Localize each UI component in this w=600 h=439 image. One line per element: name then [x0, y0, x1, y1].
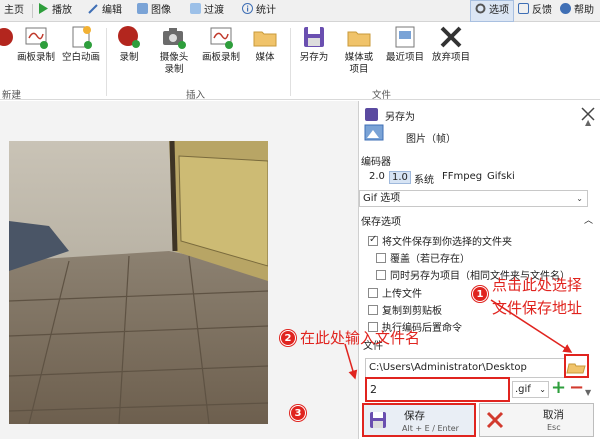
step-badge-2: 2: [280, 330, 296, 346]
annotation-text-1a: 点击此处选择: [492, 276, 583, 294]
annotation-text-2: 在此处输入文件名: [300, 329, 421, 347]
annotation-text-1b: 文件保存地址: [492, 299, 583, 317]
step-badge-3: 3: [290, 405, 306, 421]
annotation-arrows: [344, 299, 573, 380]
step-badge-1: 1: [472, 286, 488, 302]
